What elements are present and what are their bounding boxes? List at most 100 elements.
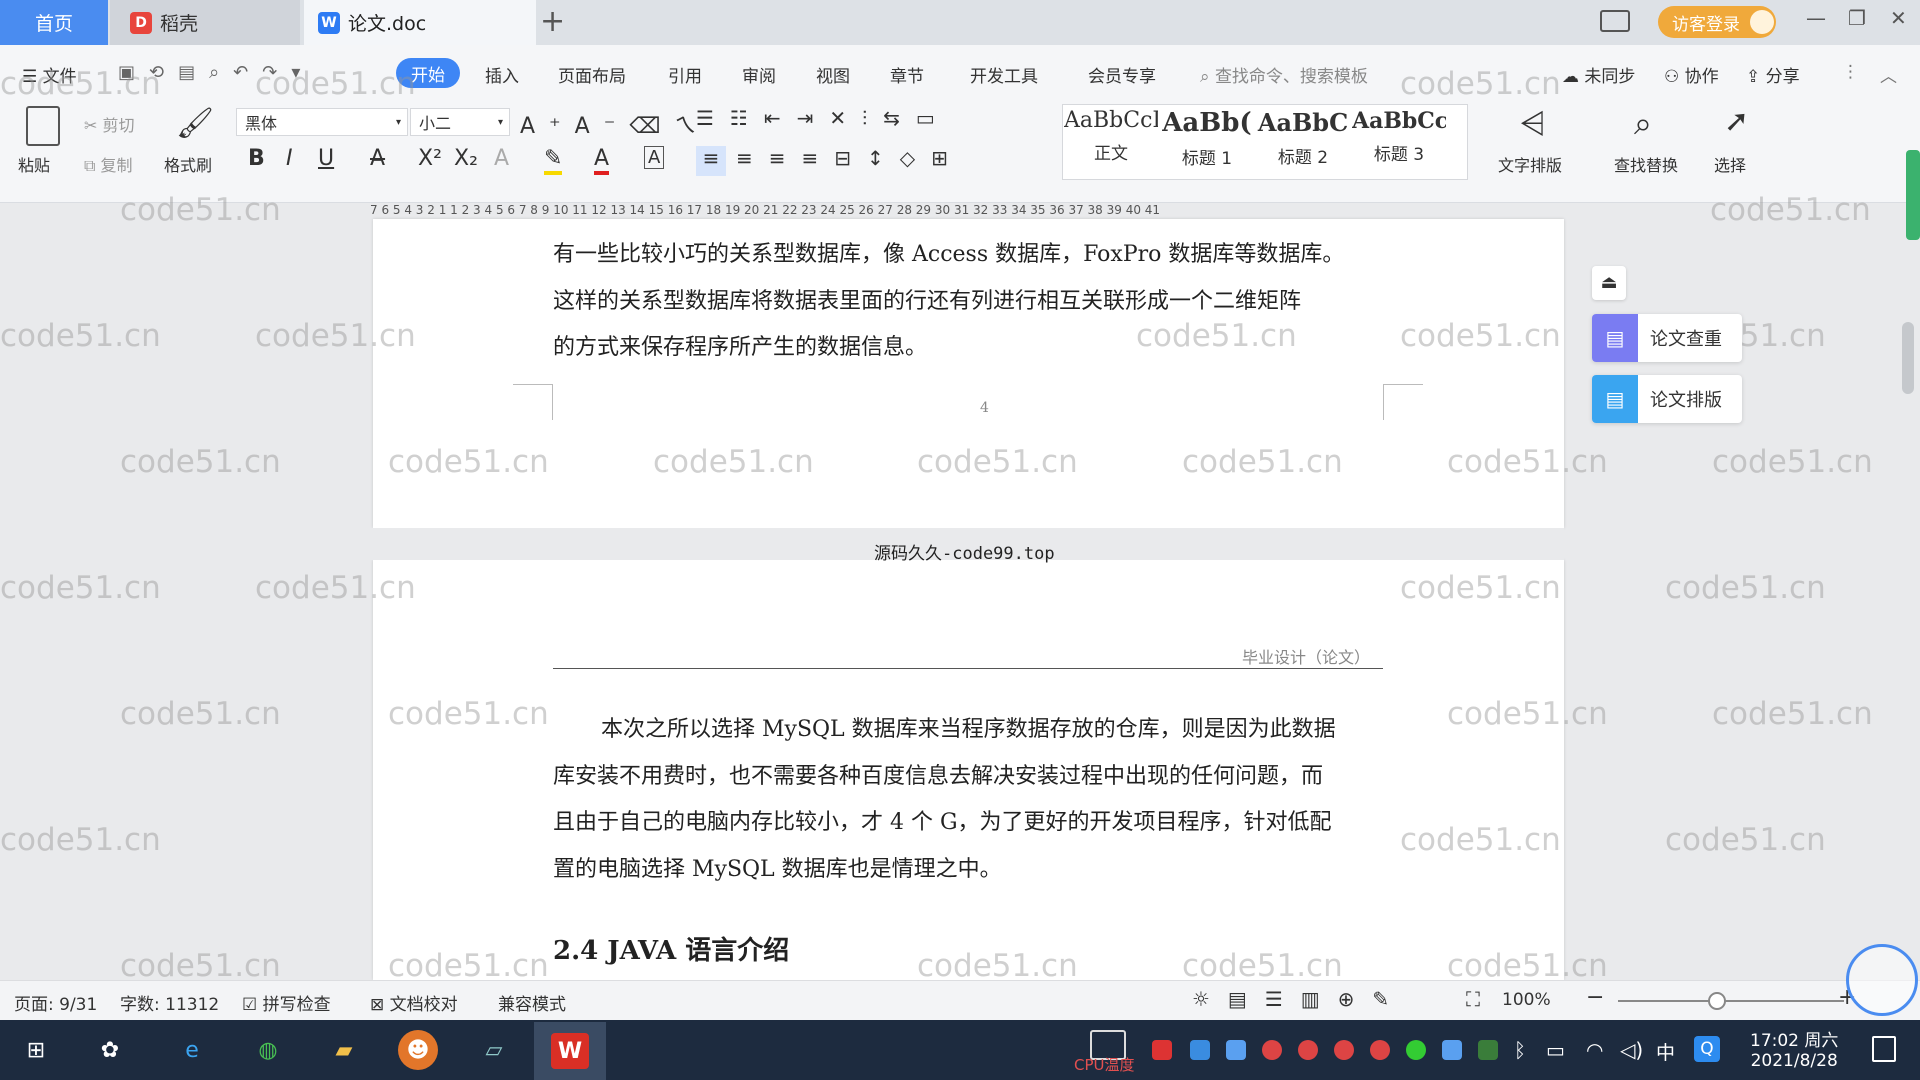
- tab-chapter[interactable]: 章节: [890, 62, 924, 87]
- proofread-button[interactable]: ⊠ 文档校对: [370, 990, 458, 1015]
- browser-360-icon[interactable]: ◍: [248, 1030, 288, 1070]
- wifi-icon[interactable]: ◠: [1586, 1038, 1603, 1062]
- list-tools[interactable]: ☰☷⇤⇥✕⫶⇆▭: [696, 106, 951, 130]
- horizontal-ruler[interactable]: 7 6 5 4 3 2 1 1 2 3 4 5 6 7 8 9 10 11 12…: [370, 203, 1784, 219]
- style-heading2[interactable]: AaBbC 标题 2: [1256, 108, 1350, 176]
- cursor-icon[interactable]: ➚: [1724, 104, 1749, 139]
- notification-icon[interactable]: [1872, 1036, 1896, 1062]
- subscript-icon[interactable]: X₂: [454, 146, 478, 171]
- format-painter-icon[interactable]: 🖌: [176, 106, 214, 141]
- text-effect-icon[interactable]: A: [494, 146, 509, 171]
- app-orange-icon[interactable]: ☻: [398, 1030, 438, 1070]
- spell-check-button[interactable]: ☑ 拼写检查: [242, 990, 331, 1015]
- notebook-icon[interactable]: ▱: [474, 1030, 514, 1070]
- qq-icon[interactable]: Q: [1694, 1036, 1720, 1062]
- tray-app-icon[interactable]: [1406, 1040, 1426, 1060]
- tray-app-icon[interactable]: [1370, 1040, 1390, 1060]
- bold-icon[interactable]: B: [248, 146, 265, 171]
- align-left-icon[interactable]: ≡: [696, 146, 726, 176]
- shield-icon[interactable]: [1226, 1040, 1246, 1060]
- tab-devtools[interactable]: 开发工具: [970, 62, 1038, 87]
- cut-button[interactable]: ✂ 剪切: [84, 112, 135, 136]
- find-replace-button[interactable]: 查找替换: [1614, 152, 1678, 176]
- tray-app-icon[interactable]: [1298, 1040, 1318, 1060]
- sync-status[interactable]: ☁ 未同步: [1562, 62, 1635, 87]
- file-explorer-icon[interactable]: ▰: [324, 1030, 364, 1070]
- superscript-icon[interactable]: X²: [418, 146, 442, 171]
- select-button[interactable]: 选择: [1714, 152, 1746, 176]
- vertical-scrollbar-thumb[interactable]: [1902, 322, 1914, 394]
- tab-view[interactable]: 视图: [816, 62, 850, 87]
- text-layout-button[interactable]: 文字排版: [1498, 152, 1562, 176]
- tab-home[interactable]: 首页: [0, 0, 108, 45]
- word-count[interactable]: 字数: 11312: [120, 990, 219, 1015]
- close-icon[interactable]: ✕: [1890, 6, 1907, 30]
- ime-indicator[interactable]: 中: [1656, 1038, 1675, 1065]
- share-button[interactable]: ⇪ 分享: [1746, 62, 1800, 87]
- magnifier-icon[interactable]: ⌕: [1634, 104, 1652, 143]
- tab-reference[interactable]: 引用: [668, 62, 702, 87]
- collapse-panel-icon[interactable]: ⏏: [1592, 266, 1626, 300]
- tab-layout[interactable]: 页面布局: [558, 62, 626, 87]
- fit-page-icon[interactable]: ⛶: [1466, 987, 1480, 1011]
- font-color-icon[interactable]: A: [594, 146, 610, 175]
- more-icon[interactable]: ⋮: [1842, 62, 1859, 82]
- zoom-slider-handle[interactable]: [1708, 992, 1726, 1010]
- file-menu[interactable]: ☰ 文件: [22, 62, 77, 87]
- new-tab-button[interactable]: +: [540, 4, 565, 39]
- tray-app-icon[interactable]: [1152, 1040, 1172, 1060]
- underline-icon[interactable]: U: [318, 146, 334, 171]
- guest-login-button[interactable]: 访客登录: [1658, 6, 1776, 38]
- wps-taskbar-button[interactable]: W: [534, 1022, 606, 1080]
- tab-insert[interactable]: 插入: [485, 62, 519, 87]
- style-normal[interactable]: AaBbCcI 正文: [1064, 108, 1158, 176]
- collapse-ribbon-icon[interactable]: ︿: [1880, 62, 1897, 87]
- tray-app-icon[interactable]: [1442, 1040, 1462, 1060]
- tray-app-icon[interactable]: [1190, 1040, 1210, 1060]
- highlight-icon[interactable]: ✎: [544, 146, 563, 175]
- tab-member[interactable]: 会员专享: [1088, 62, 1156, 87]
- nvidia-icon[interactable]: [1478, 1040, 1498, 1060]
- zoom-slider[interactable]: [1618, 1000, 1844, 1002]
- volume-icon[interactable]: ◁): [1620, 1038, 1643, 1062]
- paste-icon[interactable]: [26, 106, 60, 146]
- clock[interactable]: 17:02 周六 2021/8/28: [1750, 1026, 1838, 1071]
- restore-icon[interactable]: ❐: [1848, 6, 1866, 30]
- font-size-tools[interactable]: A⁺A⁻⌫ㄟ: [520, 108, 710, 140]
- paste-button[interactable]: 粘贴: [18, 152, 50, 176]
- page-indicator[interactable]: 页面: 9/31: [14, 990, 97, 1015]
- italic-icon[interactable]: I: [286, 146, 293, 171]
- zoom-out-icon[interactable]: −: [1586, 985, 1604, 1010]
- command-search[interactable]: ⌕ 查找命令、搜索模板: [1200, 62, 1368, 87]
- collab-button[interactable]: ⚇ 协作: [1664, 62, 1719, 87]
- bluetooth-icon[interactable]: ᛒ: [1514, 1038, 1526, 1062]
- tab-review[interactable]: 审阅: [742, 62, 776, 87]
- font-name-select[interactable]: 黑体 ▾: [236, 108, 408, 136]
- tray-app-icon[interactable]: [1262, 1040, 1282, 1060]
- quick-access-toolbar[interactable]: ▣⟲▤⌕↶↷▾: [118, 62, 314, 83]
- text-layout-icon[interactable]: ⩤: [1520, 104, 1546, 143]
- thesis-check-button[interactable]: ▤ 论文查重: [1592, 314, 1742, 362]
- strikethrough-icon[interactable]: A: [370, 146, 385, 171]
- format-painter-button[interactable]: 格式刷: [164, 152, 212, 176]
- reading-mode-icon[interactable]: [1600, 10, 1630, 32]
- assistant-bubble[interactable]: [1846, 944, 1918, 1016]
- zoom-level[interactable]: 100%: [1502, 990, 1551, 1010]
- tab-daoke[interactable]: D 稻壳: [110, 0, 300, 45]
- ie-browser-icon[interactable]: e: [172, 1030, 212, 1070]
- style-heading1[interactable]: AaBb(标题 1: [1160, 108, 1254, 176]
- tab-document[interactable]: W 论文.doc: [304, 0, 536, 45]
- battery-icon[interactable]: ▭: [1546, 1038, 1565, 1062]
- tab-start[interactable]: 开始: [396, 58, 460, 88]
- paragraph-tools[interactable]: ≡≡≡⊟↕◇⊞: [736, 146, 964, 170]
- windows-start-icon[interactable]: ⊞: [16, 1030, 56, 1070]
- copy-button[interactable]: ⧉ 复制: [84, 152, 133, 176]
- minimize-icon[interactable]: —: [1806, 6, 1826, 30]
- char-border-icon[interactable]: A: [644, 146, 665, 169]
- font-size-select[interactable]: 小二 ▾: [410, 108, 510, 136]
- tray-app-icon[interactable]: [1334, 1040, 1354, 1060]
- thesis-format-button[interactable]: ▤ 论文排版: [1592, 375, 1742, 423]
- app-pinwheel-icon[interactable]: ✿: [90, 1030, 130, 1070]
- view-mode-icons[interactable]: ☼▤☰▥⊕✎: [1192, 987, 1407, 1011]
- style-heading3[interactable]: AaBbCcl标题 3: [1352, 108, 1446, 176]
